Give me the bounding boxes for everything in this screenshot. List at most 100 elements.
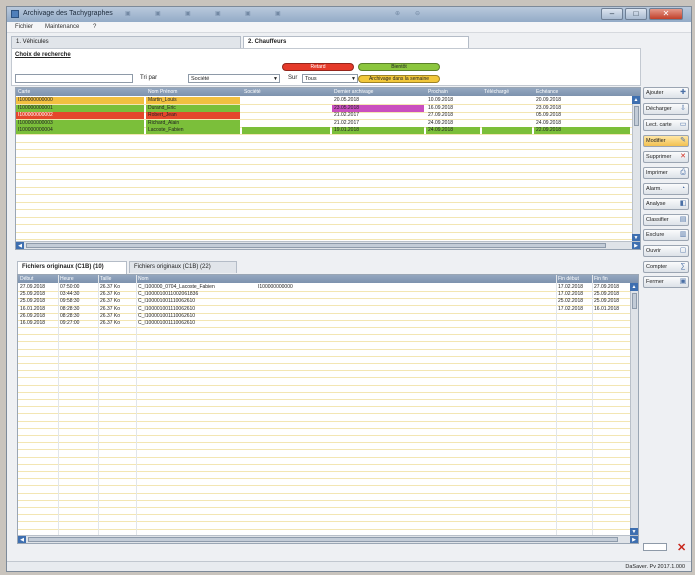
column-header[interactable]: Téléchargé <box>484 89 509 95</box>
scroll-up-icon[interactable]: ▲ <box>630 283 638 291</box>
column-header[interactable]: Début <box>20 276 33 282</box>
sidebar-button-lect-carte[interactable]: Lect. carte ▭ <box>643 119 689 131</box>
sidebar-button-supprimer[interactable]: Supprimer ✕ <box>643 151 689 163</box>
zoom-icon[interactable]: ⊖ <box>415 10 433 19</box>
sidebar-button-modifier[interactable]: Modifier ✎ <box>643 135 689 147</box>
close-window-button[interactable]: ✕ <box>649 8 683 20</box>
menu-help[interactable]: ? <box>93 24 96 30</box>
sidebar-button-exclure[interactable]: Exclure ▥ <box>643 229 689 241</box>
column-header[interactable]: Taille <box>100 276 111 282</box>
row-divider <box>16 224 640 225</box>
scope-select[interactable]: Tous ▼ <box>302 74 358 83</box>
scroll-up-icon[interactable]: ▲ <box>632 96 640 104</box>
sidebar-button-label: Ajouter <box>646 90 664 96</box>
quick-access-icon[interactable]: ▣ <box>185 10 203 19</box>
search-heading: Choix de recherche <box>15 52 71 58</box>
table-row[interactable]: 25.09.2018 09:58:30 26.37 Ko C_I10000100111… <box>18 298 638 305</box>
sidebar-button-imprimer[interactable]: Imprimer ⎙ <box>643 167 689 179</box>
sort-select[interactable]: Société ▼ <box>188 74 280 83</box>
table-cell <box>592 320 632 327</box>
column-header[interactable]: Prochain <box>428 89 448 95</box>
scroll-right-icon[interactable]: ▶ <box>632 242 640 249</box>
table-row[interactable]: 25.09.2018 03:44:30 26.37 Ko C_I10000100110… <box>18 291 638 298</box>
table-cell <box>482 120 532 127</box>
table-row[interactable]: I100000000004 Lacoste_Fabien 19.01.2018 24.… <box>16 127 640 134</box>
driver-grid-hscroll[interactable]: ◀ ▶ <box>16 241 640 249</box>
scroll-thumb[interactable] <box>632 293 637 309</box>
scroll-left-icon[interactable]: ◀ <box>18 536 26 543</box>
table-cell: 08:28:30 <box>60 312 80 319</box>
scroll-thumb[interactable] <box>28 537 618 542</box>
minimize-button[interactable]: – <box>601 8 623 20</box>
menu-fichier[interactable]: Fichier <box>15 24 33 30</box>
sidebar-button-d-charger[interactable]: Décharger ⇩ <box>643 103 689 115</box>
zoom-icon[interactable]: ⊕ <box>395 10 413 19</box>
sidebar-button-label: Imprimer <box>646 170 668 176</box>
main-tabs: 1. Véhicules 2. Chauffeurs <box>7 36 639 49</box>
status-pill-retard[interactable]: Retard <box>282 63 354 71</box>
table-row[interactable]: I100000000002 Robert_Jean 21.02.2017 27.09.… <box>16 112 640 119</box>
tab-files-c1b-other[interactable]: Fichiers originaux (C1B) (22) <box>129 261 237 273</box>
driver-grid-vscroll[interactable]: ▲ ▼ <box>632 96 640 242</box>
column-header[interactable]: Fin fin <box>594 276 608 282</box>
tab-files-c1b[interactable]: Fichiers originaux (C1B) (10) <box>17 261 127 274</box>
table-row[interactable]: 26.09.2018 08:28:30 26.37 Ko C_I10000100111… <box>18 313 638 320</box>
column-header[interactable]: Nom <box>138 276 149 282</box>
quick-access-icon[interactable]: ▣ <box>275 10 293 19</box>
row-divider <box>18 327 638 328</box>
tab-vehicules[interactable]: 1. Véhicules <box>11 36 241 48</box>
sidebar-button-alarm[interactable]: Alarm. ◔ <box>643 183 689 195</box>
table-row[interactable]: I100000000003 Richard_Alain 21.02.2017 24.0… <box>16 119 640 127</box>
table-row[interactable]: 27.09.2018 07:50:00 26.37 Ko C_I100000_0704… <box>18 284 638 291</box>
scroll-right-icon[interactable]: ▶ <box>630 536 638 543</box>
menu-maintenance[interactable]: Maintenance <box>45 24 79 30</box>
quick-access-icon[interactable]: ▣ <box>125 10 143 19</box>
maximize-button[interactable]: □ <box>625 8 647 20</box>
table-cell: C_I100001001110062610 <box>138 312 196 319</box>
sidebar-button-fermer[interactable]: Fermer ▣ <box>643 276 689 288</box>
table-cell: 23.05.2018 <box>332 104 424 112</box>
status-pill-semaine[interactable]: Archivage dans la semaine <box>358 75 440 83</box>
table-row[interactable]: 16.09.2018 09:27:00 26.37 Ko C_I10000100111… <box>18 320 638 327</box>
clear-icon[interactable]: ✕ <box>677 541 686 554</box>
files-grid-vscroll[interactable]: ▲ ▼ <box>630 283 638 536</box>
table-cell <box>556 320 592 327</box>
sort-value: Société <box>191 76 210 82</box>
page-input[interactable] <box>643 543 667 551</box>
table-cell: 20.05.2018 <box>334 97 360 103</box>
table-cell: I100000000004 <box>16 127 144 134</box>
table-cell <box>482 105 532 112</box>
sidebar-button-compter[interactable]: Compter ∑ <box>643 261 689 273</box>
status-pill-bientot[interactable]: Bientôt <box>358 63 440 71</box>
table-cell: C_I100001001110062610 <box>138 320 196 326</box>
main-window: Archivage des Tachygraphes ▣ ▣ ▣ ▣ ▣ ▣ ⊕… <box>6 6 692 572</box>
files-grid-hscroll[interactable]: ◀ ▶ <box>18 535 638 543</box>
row-divider <box>18 355 638 357</box>
scroll-thumb[interactable] <box>26 243 606 248</box>
column-header[interactable]: Nom Prénom <box>148 89 177 95</box>
sidebar-button-label: Supprimer <box>646 154 672 160</box>
sidebar-button-analyse[interactable]: Analyse ◧ <box>643 198 689 210</box>
quick-access-icon[interactable]: ▣ <box>215 10 233 19</box>
column-header[interactable]: Carte <box>18 89 30 95</box>
sidebar-button-classifier[interactable]: Classifier ▤ <box>643 214 689 226</box>
table-cell <box>556 313 592 320</box>
column-header[interactable]: Dernier archivage <box>334 89 373 95</box>
column-header[interactable]: Echéance <box>536 89 558 95</box>
row-divider <box>16 239 640 240</box>
scroll-thumb[interactable] <box>634 106 639 126</box>
row-divider <box>18 363 638 364</box>
search-input[interactable] <box>15 74 133 83</box>
sidebar-button-ajouter[interactable]: Ajouter ✚ <box>643 87 689 99</box>
quick-access-icon[interactable]: ▣ <box>245 10 263 19</box>
table-row[interactable]: 16.01.2018 08:28:30 26.37 Ko C_I10000100111… <box>18 306 638 313</box>
column-header[interactable]: Heure <box>60 276 74 282</box>
column-header[interactable]: Fin début <box>558 276 579 282</box>
quick-access-icon[interactable]: ▣ <box>155 10 173 19</box>
sidebar-button-ouvrir[interactable]: Ouvrir ▢ <box>643 245 689 257</box>
table-row[interactable]: I100000000001 Durand_Eric 23.05.2018 16.09.… <box>16 104 640 112</box>
column-header[interactable]: Société <box>244 89 261 95</box>
table-row[interactable]: I100000000000 Martin_Louis 20.05.2018 10.09… <box>16 97 640 104</box>
row-divider <box>18 478 638 480</box>
scroll-left-icon[interactable]: ◀ <box>16 242 24 249</box>
